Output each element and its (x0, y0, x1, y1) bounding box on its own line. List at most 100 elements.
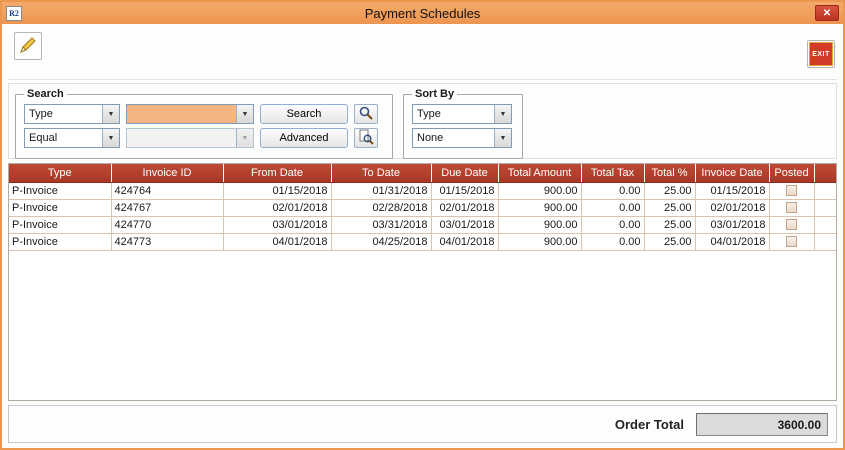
table-row[interactable]: P-Invoice 424773 04/01/2018 04/25/2018 0… (9, 233, 836, 250)
cell-posted (769, 182, 814, 199)
column-header-invoice-date[interactable]: Invoice Date (695, 164, 769, 182)
magnifier-icon (358, 105, 374, 124)
chevron-down-icon[interactable]: ▼ (494, 129, 511, 147)
search-value2-text (127, 129, 236, 147)
cell-filler (814, 233, 836, 250)
close-icon: ✕ (823, 8, 831, 19)
table-row[interactable]: P-Invoice 424767 02/01/2018 02/28/2018 0… (9, 199, 836, 216)
posted-checkbox[interactable] (786, 236, 797, 247)
cell-invoice-date: 02/01/2018 (695, 199, 769, 216)
cell-total-amount: 900.00 (498, 199, 581, 216)
sort-secondary-value: None (413, 129, 494, 147)
column-header-to-date[interactable]: To Date (331, 164, 431, 182)
cell-type: P-Invoice (9, 199, 111, 216)
search-magnifier-button[interactable] (354, 104, 378, 124)
titlebar[interactable]: R2 Payment Schedules ✕ (2, 2, 843, 24)
cell-total-tax: 0.00 (581, 182, 644, 199)
cell-invoice-id: 424764 (111, 182, 223, 199)
footer-panel: Order Total 3600.00 (8, 405, 837, 443)
advanced-search-button[interactable] (354, 128, 378, 148)
column-header-from-date[interactable]: From Date (223, 164, 331, 182)
close-button[interactable]: ✕ (815, 5, 839, 21)
chevron-down-icon[interactable]: ▼ (102, 105, 119, 123)
sort-primary-value: Type (413, 105, 494, 123)
advanced-button[interactable]: Advanced (260, 128, 348, 148)
search-field-value: Type (25, 105, 102, 123)
table-row[interactable]: P-Invoice 424764 01/15/2018 01/31/2018 0… (9, 182, 836, 199)
chevron-down-icon[interactable]: ▼ (102, 129, 119, 147)
search-value-text (127, 105, 236, 123)
column-header-total-pct[interactable]: Total % (644, 164, 695, 182)
cell-total-amount: 900.00 (498, 182, 581, 199)
window-title: Payment Schedules (2, 6, 843, 21)
search-operator-combo[interactable]: Equal ▼ (24, 128, 120, 148)
cell-total-pct: 25.00 (644, 182, 695, 199)
column-header-total-amount[interactable]: Total Amount (498, 164, 581, 182)
cell-total-pct: 25.00 (644, 199, 695, 216)
chevron-down-icon[interactable]: ▼ (494, 105, 511, 123)
search-group: Search Type ▼ ▼ Search (15, 88, 393, 159)
search-value2-combo: ▼ (126, 128, 254, 148)
document-magnifier-icon (358, 129, 374, 148)
column-header-posted[interactable]: Posted (769, 164, 814, 182)
cell-posted (769, 216, 814, 233)
posted-checkbox[interactable] (786, 185, 797, 196)
cell-to-date: 04/25/2018 (331, 233, 431, 250)
chevron-down-icon[interactable]: ▼ (236, 105, 253, 123)
search-field-combo[interactable]: Type ▼ (24, 104, 120, 124)
column-header-filler (814, 164, 836, 182)
cell-total-tax: 0.00 (581, 233, 644, 250)
table-header-row: Type Invoice ID From Date To Date Due Da… (9, 164, 836, 182)
cell-from-date: 02/01/2018 (223, 199, 331, 216)
cell-total-pct: 25.00 (644, 233, 695, 250)
order-total-value: 3600.00 (696, 413, 828, 436)
sort-row-2: None ▼ (412, 128, 514, 148)
cell-total-amount: 900.00 (498, 233, 581, 250)
posted-checkbox[interactable] (786, 219, 797, 230)
edit-button[interactable] (14, 32, 42, 60)
cell-total-tax: 0.00 (581, 199, 644, 216)
cell-from-date: 04/01/2018 (223, 233, 331, 250)
sort-secondary-combo[interactable]: None ▼ (412, 128, 512, 148)
column-header-total-tax[interactable]: Total Tax (581, 164, 644, 182)
sort-row-1: Type ▼ (412, 104, 514, 124)
sortby-group-label: Sort By (412, 88, 457, 100)
cell-to-date: 01/31/2018 (331, 182, 431, 199)
chevron-down-icon: ▼ (236, 129, 253, 147)
cell-total-amount: 900.00 (498, 216, 581, 233)
cell-total-tax: 0.00 (581, 216, 644, 233)
search-value-combo[interactable]: ▼ (126, 104, 254, 124)
search-button[interactable]: Search (260, 104, 348, 124)
search-row-2: Equal ▼ ▼ Advanced (24, 128, 384, 148)
cell-type: P-Invoice (9, 182, 111, 199)
search-row-1: Type ▼ ▼ Search (24, 104, 384, 124)
cell-from-date: 03/01/2018 (223, 216, 331, 233)
column-header-invoice-id[interactable]: Invoice ID (111, 164, 223, 182)
table-row[interactable]: P-Invoice 424770 03/01/2018 03/31/2018 0… (9, 216, 836, 233)
cell-filler (814, 182, 836, 199)
sortby-group: Sort By Type ▼ None ▼ (403, 88, 523, 159)
exit-button[interactable]: EXIT (807, 40, 835, 68)
posted-checkbox[interactable] (786, 202, 797, 213)
cell-invoice-date: 01/15/2018 (695, 182, 769, 199)
sort-primary-combo[interactable]: Type ▼ (412, 104, 512, 124)
cell-invoice-id: 424770 (111, 216, 223, 233)
cell-invoice-date: 04/01/2018 (695, 233, 769, 250)
column-header-type[interactable]: Type (9, 164, 111, 182)
search-operator-value: Equal (25, 129, 102, 147)
cell-due-date: 01/15/2018 (431, 182, 498, 199)
payment-schedules-table: Type Invoice ID From Date To Date Due Da… (8, 163, 837, 401)
window-content: EXIT Search Type ▼ ▼ Search (2, 24, 843, 448)
cell-invoice-id: 424773 (111, 233, 223, 250)
column-header-due-date[interactable]: Due Date (431, 164, 498, 182)
cell-posted (769, 199, 814, 216)
cell-filler (814, 216, 836, 233)
payment-schedules-window: R2 Payment Schedules ✕ EXIT (0, 0, 845, 450)
cell-due-date: 02/01/2018 (431, 199, 498, 216)
cell-to-date: 03/31/2018 (331, 216, 431, 233)
cell-invoice-date: 03/01/2018 (695, 216, 769, 233)
cell-from-date: 01/15/2018 (223, 182, 331, 199)
cell-due-date: 04/01/2018 (431, 233, 498, 250)
cell-type: P-Invoice (9, 233, 111, 250)
search-group-label: Search (24, 88, 67, 100)
